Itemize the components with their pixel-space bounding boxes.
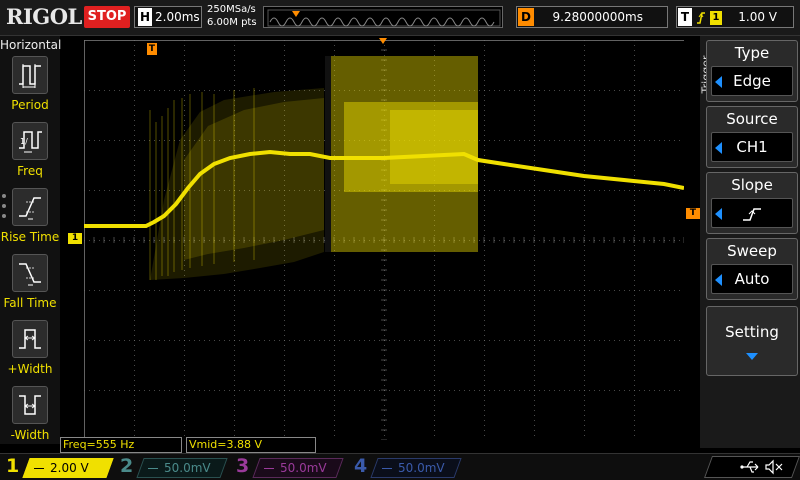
dc-coupling-icon [148, 468, 158, 469]
measurement-vmid: Vmid=3.88 V [186, 437, 316, 453]
fall-time-icon [19, 263, 41, 286]
brand-logo: RIGOL [6, 4, 82, 29]
dc-coupling-icon [264, 468, 274, 469]
measure-rise-time-button[interactable]: Rise Time [0, 188, 60, 252]
measure-rise-time-label: Rise Time [0, 230, 60, 244]
delay-value: 9.28000000ms [552, 10, 643, 24]
measurement-frequency: Freq=555 Hz [60, 437, 182, 453]
trigger-type-value-box: Edge [711, 66, 793, 96]
memory-position-bar [263, 6, 503, 28]
dc-coupling-icon [382, 468, 392, 469]
memory-depth: 6.00M pts [207, 17, 257, 28]
trigger-setting-button[interactable]: Setting [706, 306, 798, 376]
trigger-setting-label: Setting [725, 323, 779, 341]
measure-frequency-button[interactable]: 1/ Freq [0, 122, 60, 186]
negative-width-icon [19, 395, 41, 415]
svg-text:1/: 1/ [20, 137, 28, 146]
channel-3-scale: 50.0mV [280, 461, 327, 475]
measure-negative-width-button[interactable]: -Width [0, 386, 60, 450]
arrow-left-icon [715, 274, 722, 286]
channel-1-number: 1 [6, 455, 20, 477]
arrow-left-icon [715, 142, 722, 154]
measure-fall-time-label: Fall Time [3, 296, 57, 310]
trigger-level-marker[interactable]: T [686, 208, 700, 219]
trigger-sweep-value-box: Auto [711, 264, 793, 294]
measure-period-button[interactable]: Period [0, 56, 60, 120]
arrow-down-icon [746, 353, 758, 360]
horizontal-timebase[interactable]: H 2.00ms [134, 6, 202, 28]
trigger-sweep-button[interactable]: Sweep Auto [706, 238, 798, 300]
rising-edge-icon [697, 11, 705, 24]
channel-bar: 1 2.00 V 2 50.0mV 3 50.0mV 4 50.0mV [0, 453, 800, 480]
channel-4-scale: 50.0mV [398, 461, 445, 475]
trigger-type-title: Type [734, 44, 770, 62]
waveform-dropout [325, 56, 331, 252]
rising-edge-icon [743, 207, 761, 221]
rise-time-icon [19, 197, 41, 220]
trigger-type-button[interactable]: Type Edge [706, 40, 798, 102]
timebase-key: H [138, 8, 152, 26]
trigger-source-button[interactable]: Source CH1 [706, 106, 798, 168]
measure-menu: Horizontal Period 1/ Freq Rise Time Fall… [0, 36, 62, 444]
trigger-sweep-title: Sweep [727, 242, 777, 260]
measurement-results: Freq=555 Hz Vmid=3.88 V [60, 437, 700, 453]
trigger-source-badge: 1 [710, 10, 722, 25]
speaker-muted-icon[interactable] [764, 459, 784, 475]
arrow-left-icon [715, 208, 722, 220]
status-bar: RIGOL STOP H 2.00ms 250MSa/s 6.00M pts D 9… [0, 0, 800, 36]
acquisition-info: 250MSa/s 6.00M pts [207, 3, 267, 33]
measure-period-label: Period [11, 98, 49, 112]
channel-1-scale: 2.00 V [50, 461, 89, 475]
measure-category-title: Horizontal [0, 38, 62, 52]
sample-rate: 250MSa/s [207, 4, 256, 15]
run-stop-indicator[interactable]: STOP [84, 6, 130, 28]
memory-waveform-overview [267, 9, 501, 27]
horizontal-center-marker [379, 38, 387, 44]
usb-icon [740, 461, 759, 473]
trigger-slope-button[interactable]: Slope [706, 172, 798, 234]
positive-width-icon [19, 329, 41, 349]
ch1-waveform [84, 56, 684, 280]
waveform-display[interactable] [84, 40, 684, 440]
trigger-summary[interactable]: T 1 1.00 V [676, 6, 794, 28]
channel-2-scale: 50.0mV [164, 461, 211, 475]
trigger-position-marker[interactable]: T [147, 43, 157, 55]
measure-frequency-label: Freq [17, 164, 43, 178]
trigger-sweep-value: Auto [734, 270, 770, 288]
channel-2-number: 2 [120, 455, 134, 477]
dc-coupling-icon [34, 468, 44, 469]
measure-positive-width-label: +Width [7, 362, 53, 376]
horizontal-delay[interactable]: D 9.28000000ms [516, 6, 668, 28]
system-status-area [700, 456, 800, 478]
trigger-source-title: Source [726, 110, 778, 128]
graticule [84, 40, 684, 440]
trigger-source-value: CH1 [736, 138, 768, 156]
waveform-burst-bright [390, 110, 478, 184]
arrow-left-icon [715, 76, 722, 88]
trigger-type-value: Edge [733, 72, 771, 90]
trigger-slope-value-box [711, 198, 793, 228]
period-icon [19, 64, 41, 88]
frequency-icon: 1/ [19, 131, 42, 153]
measure-negative-width-label: -Width [10, 428, 50, 442]
trigger-slope-title: Slope [731, 176, 773, 194]
trigger-source-value-box: CH1 [711, 132, 793, 162]
trigger-level-value: 1.00 V [738, 10, 777, 24]
channel-3-number: 3 [236, 455, 250, 477]
measure-positive-width-button[interactable]: +Width [0, 320, 60, 384]
trigger-key: T [678, 8, 692, 26]
measure-fall-time-button[interactable]: Fall Time [0, 254, 60, 318]
delay-key: D [518, 8, 534, 26]
ch1-ground-marker[interactable]: 1 [68, 233, 82, 244]
channel-4-number: 4 [354, 455, 368, 477]
timebase-value: 2.00ms [155, 10, 200, 24]
